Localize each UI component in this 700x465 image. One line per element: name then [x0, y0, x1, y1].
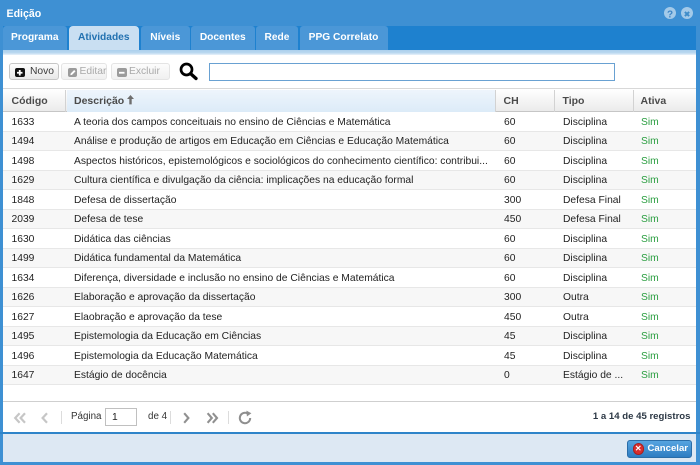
svg-text:?: ? — [667, 9, 673, 20]
